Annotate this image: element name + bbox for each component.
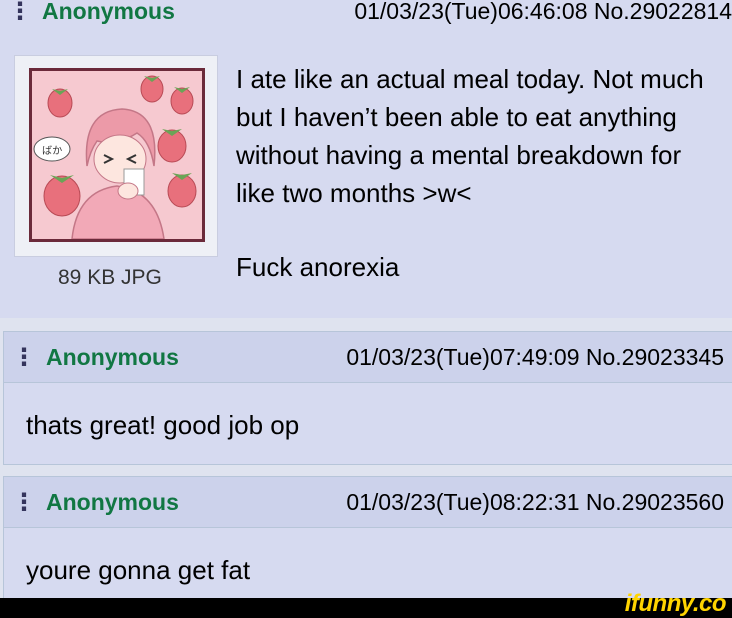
poster-name: Anonymous xyxy=(42,0,175,24)
post-number[interactable]: No.29023345 xyxy=(586,344,724,370)
post-number[interactable]: No.29023560 xyxy=(586,489,724,515)
thumbnail-image: ばか xyxy=(29,68,205,242)
post-datetime-number: 01/03/23(Tue)07:49:09 No.29023345 xyxy=(346,344,724,371)
poster-name: Anonymous xyxy=(46,488,179,515)
post-thumbnail[interactable]: ばか xyxy=(14,55,218,257)
ifunny-watermark: ifunny.co xyxy=(624,590,727,617)
reply-post: ⋮ Anonymous 01/03/23(Tue)07:49:09 No.290… xyxy=(3,331,732,465)
post-message-line2: Fuck anorexia xyxy=(236,252,400,282)
post-menu-icon[interactable]: ⋮ xyxy=(12,343,36,372)
poster-name: Anonymous xyxy=(46,343,179,370)
original-post: ⋮ Anonymous 01/03/23(Tue)06:46:08 No.290… xyxy=(0,0,732,318)
post-header: ⋮ Anonymous 01/03/23(Tue)06:46:08 No.290… xyxy=(0,0,732,32)
reply-post: ⋮ Anonymous 01/03/23(Tue)08:22:31 No.290… xyxy=(3,476,732,602)
anime-girl-strawberry-illustration: ばか xyxy=(32,71,202,239)
post-datetime: 01/03/23(Tue)08:22:31 xyxy=(346,488,580,515)
post-datetime-number: 01/03/23(Tue)06:46:08 No.29022814 xyxy=(354,0,732,25)
post-header: ⋮ Anonymous 01/03/23(Tue)07:49:09 No.290… xyxy=(4,332,732,383)
post-message: I ate like an actual meal today. Not muc… xyxy=(236,64,704,208)
post-message: youre gonna get fat xyxy=(26,555,251,585)
speech-bubble-text: ばか xyxy=(42,145,62,157)
file-info: 89 KB JPG xyxy=(58,266,162,289)
post-menu-icon[interactable]: ⋮ xyxy=(8,0,32,26)
post-message: thats great! good job op xyxy=(26,410,300,440)
post-header: ⋮ Anonymous 01/03/23(Tue)08:22:31 No.290… xyxy=(4,477,732,528)
post-datetime-number: 01/03/23(Tue)08:22:31 No.29023560 xyxy=(346,489,724,516)
post-menu-icon[interactable]: ⋮ xyxy=(12,488,36,517)
post-datetime: 01/03/23(Tue)07:49:09 xyxy=(346,343,580,370)
watermark-bar: ifunny.co xyxy=(0,590,732,618)
post-number[interactable]: No.29022814 xyxy=(594,0,732,24)
post-datetime: 01/03/23(Tue)06:46:08 xyxy=(354,0,588,24)
